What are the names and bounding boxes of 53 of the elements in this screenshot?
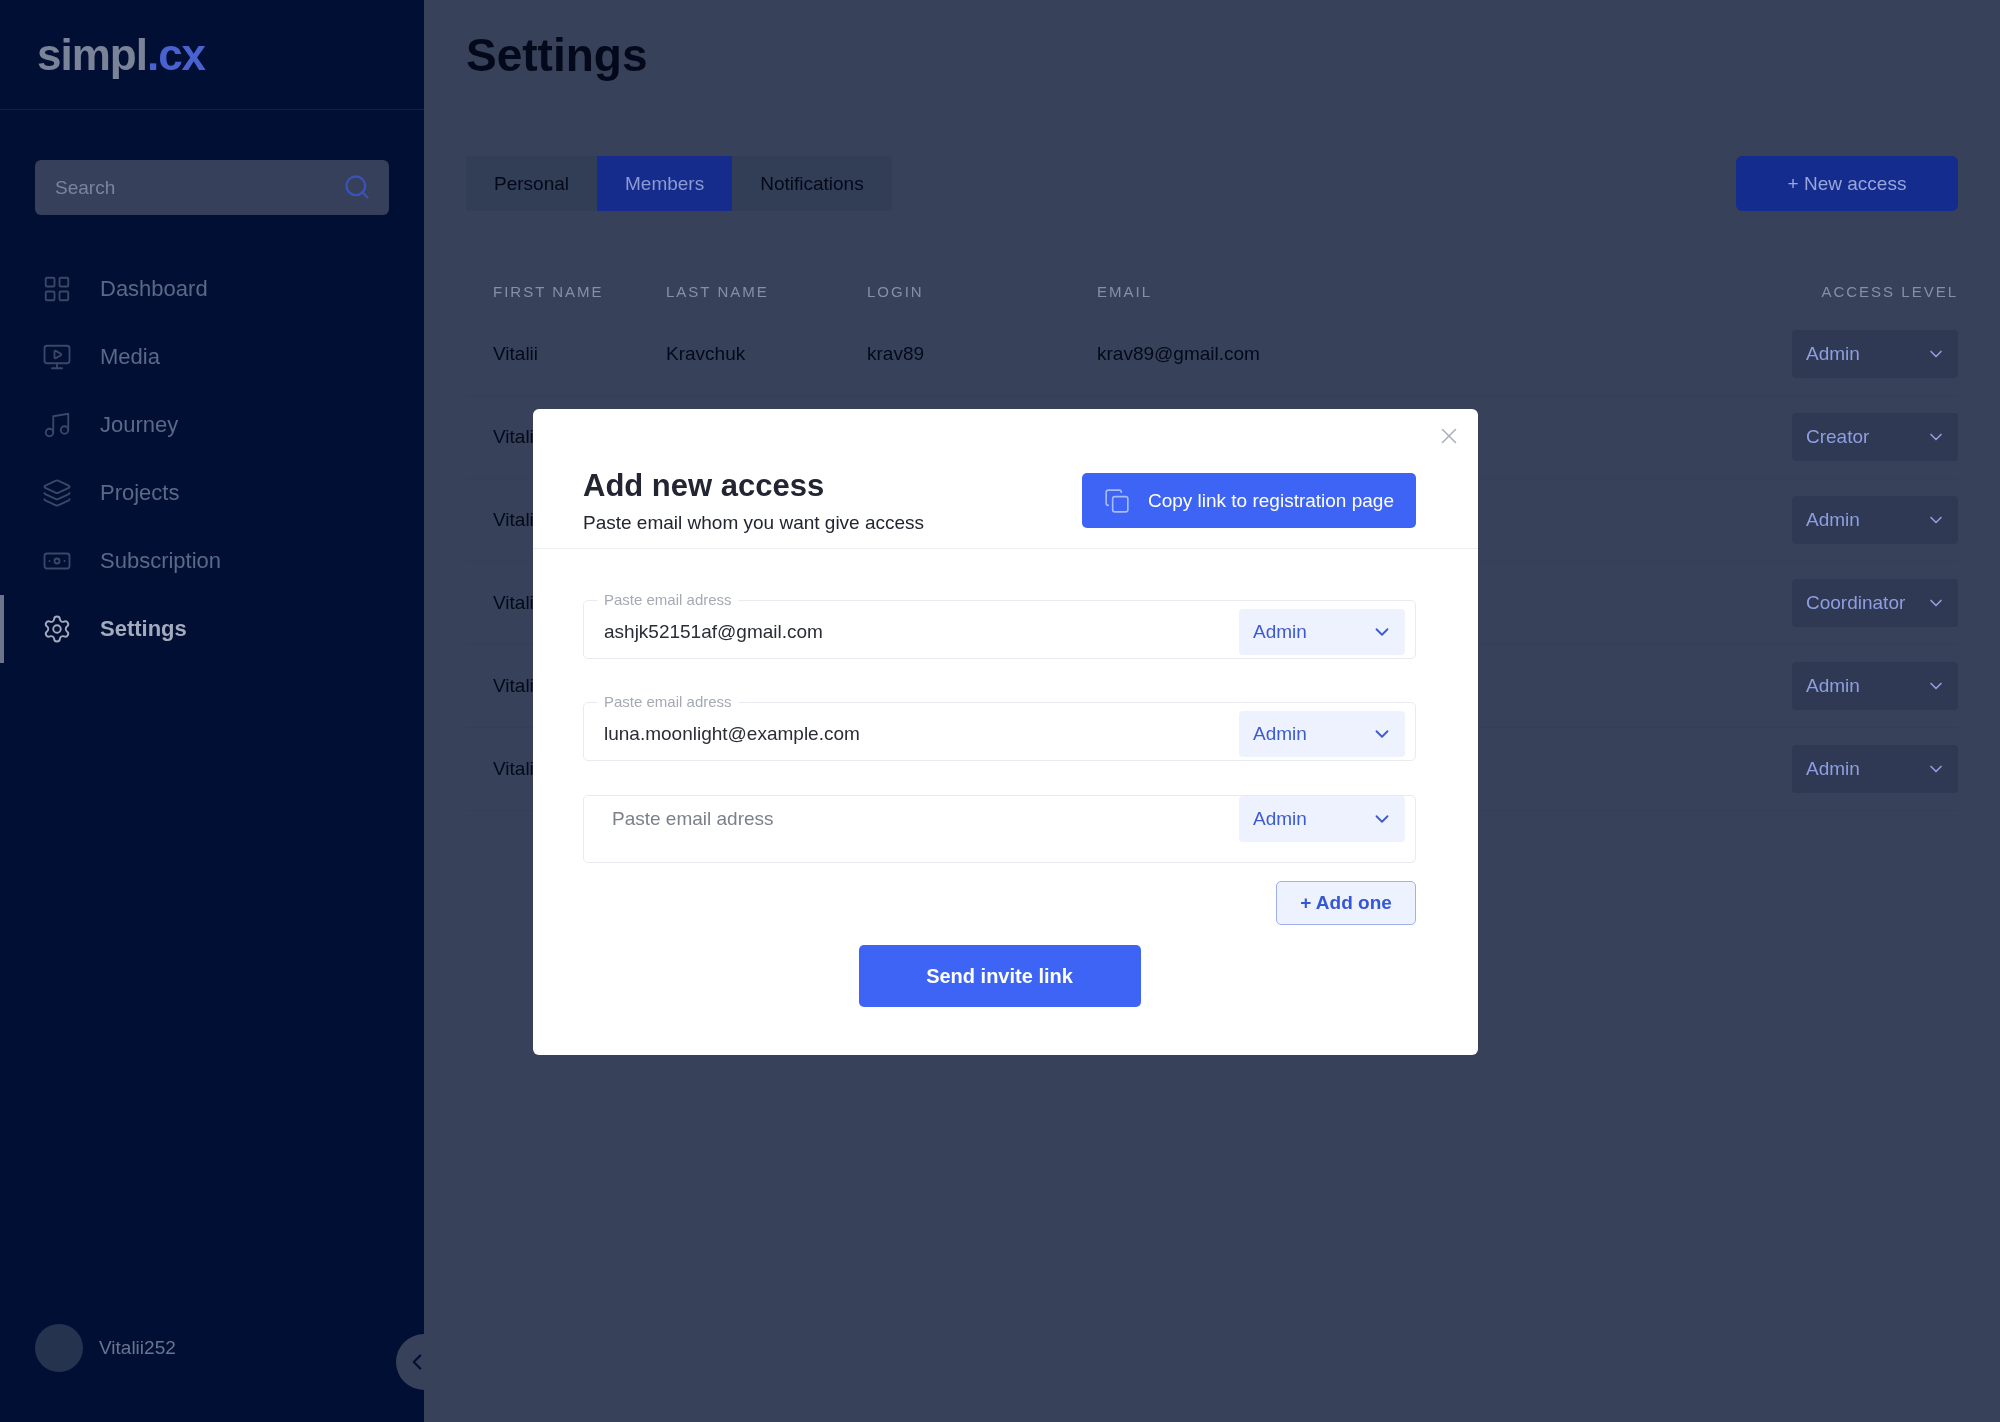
send-invite-button[interactable]: Send invite link [858, 945, 1141, 1007]
table-cell: Kravchuk [666, 343, 746, 365]
table-cell: Vitalii [493, 343, 539, 365]
table-cell: Vitali [493, 675, 534, 697]
copy-link-button[interactable]: Copy link to registration page [1081, 473, 1416, 528]
access-level-select[interactable]: Admin [1792, 662, 1958, 710]
access-level-select[interactable]: Creator [1792, 413, 1958, 461]
tab[interactable]: Members [597, 156, 733, 211]
nav-item[interactable]: Journey [0, 391, 424, 459]
search-field[interactable]: Search [35, 160, 389, 215]
table-cell: Vitali [493, 509, 534, 531]
role-select[interactable]: Admin [1239, 796, 1405, 842]
logo: simpl.cx [37, 29, 206, 80]
table-cell: Vitali [493, 758, 534, 780]
column-header: FIRST NAME [493, 282, 604, 300]
nav-icon [42, 342, 72, 372]
table-cell: krav89@gmail.com [1097, 343, 1260, 365]
column-header: ACCESS LEVEL [1821, 282, 1958, 300]
table-cell: krav89 [867, 343, 925, 365]
column-header: LAST NAME [666, 282, 769, 300]
role-select[interactable]: Admin [1239, 711, 1405, 757]
page-title: Settings [466, 28, 649, 82]
role-select[interactable]: Admin [1239, 609, 1405, 655]
nav-item[interactable]: Projects [0, 459, 424, 527]
email-field[interactable]: Paste email adress ashjk52151af@gmail.com Admin [583, 591, 1416, 659]
copy-icon [1103, 487, 1130, 514]
access-level-select[interactable]: Coordinator [1792, 579, 1958, 627]
new-access-button[interactable]: + New access [1736, 156, 1958, 211]
field-label: Paste email adress [603, 693, 733, 711]
table-cell: Vitali [493, 592, 534, 614]
access-level-select[interactable]: Admin [1792, 745, 1958, 793]
modal-title: Add new access [583, 467, 826, 504]
nav-item[interactable]: Settings [0, 595, 424, 663]
search-icon [343, 173, 371, 201]
nav-item[interactable]: Dashboard [0, 255, 424, 323]
avatar[interactable] [35, 1324, 83, 1372]
nav-icon [42, 274, 72, 304]
column-header: EMAIL [1097, 282, 1152, 300]
column-header: LOGIN [867, 282, 924, 300]
nav-item[interactable]: Media [0, 323, 424, 391]
email-field[interactable]: Paste email adress Admin [583, 795, 1416, 863]
user-name: Vitalii252 [99, 1337, 176, 1359]
email-field[interactable]: Paste email adress luna.moonlight@example.com Admin [583, 693, 1416, 761]
modal-subtitle: Paste email whom you want give access [583, 511, 925, 534]
access-level-select[interactable]: Admin [1792, 496, 1958, 544]
nav-item[interactable]: Subscription [0, 527, 424, 595]
table-cell: Vitali [493, 426, 534, 448]
nav-icon [42, 410, 72, 440]
nav-icon [42, 614, 72, 644]
add-one-button[interactable]: + Add one [1276, 881, 1416, 925]
nav-icon [42, 478, 72, 508]
field-label: Paste email adress [603, 591, 733, 609]
access-level-select[interactable]: Admin [1792, 330, 1958, 378]
